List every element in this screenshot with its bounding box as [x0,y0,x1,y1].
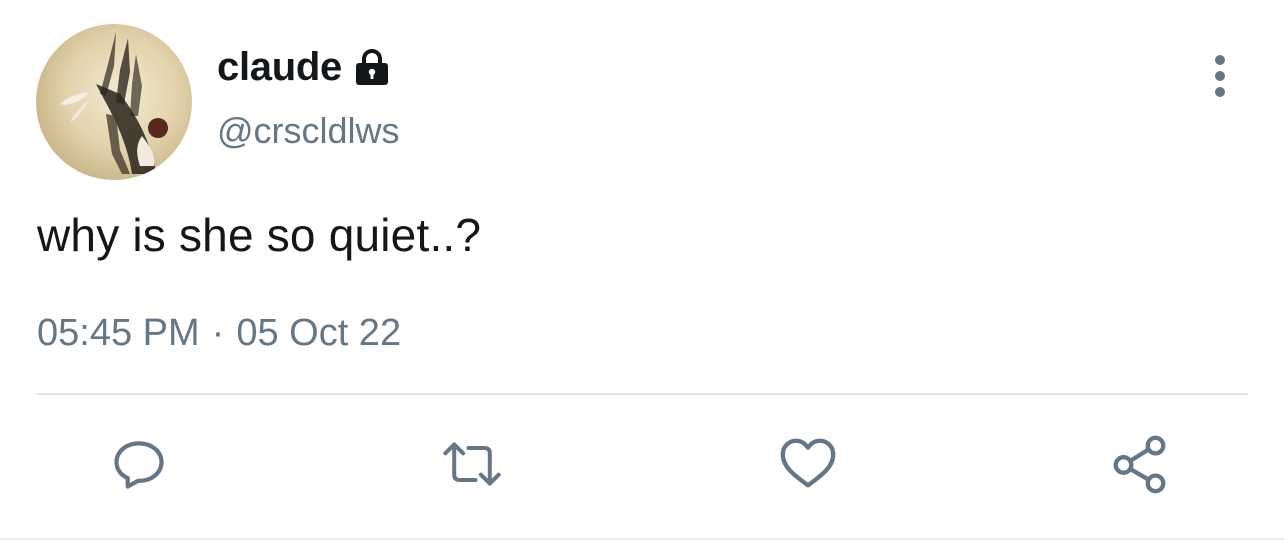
more-vertical-icon [1215,55,1225,97]
like-button[interactable] [776,432,840,496]
tweet-time: 05:45 PM [37,312,200,354]
divider [36,393,1248,395]
bottom-divider [0,538,1284,540]
lock-icon [352,47,392,87]
retweet-button[interactable] [440,432,504,496]
speech-bubble-icon [114,441,164,489]
heart-icon [780,438,836,488]
more-options-button[interactable] [1200,52,1240,100]
user-handle[interactable]: @crscldlws [217,110,400,152]
tweet-date: 05 Oct 22 [236,312,402,354]
display-name[interactable]: claude [217,45,342,90]
reply-button[interactable] [107,432,171,496]
user-name-row: claude [217,40,392,94]
retweet-icon [443,442,501,486]
share-button[interactable] [1108,432,1172,496]
tweet-timestamp[interactable]: 05:45 PM · 05 Oct 22 [37,312,401,355]
share-icon [1113,435,1166,494]
meta-separator: · [211,312,225,354]
avatar-image [60,32,168,174]
tweet-card: claude @crscldlws why is she so quiet..?… [0,0,1284,558]
avatar[interactable] [36,24,192,180]
tweet-text: why is she so quiet..? [37,209,482,261]
